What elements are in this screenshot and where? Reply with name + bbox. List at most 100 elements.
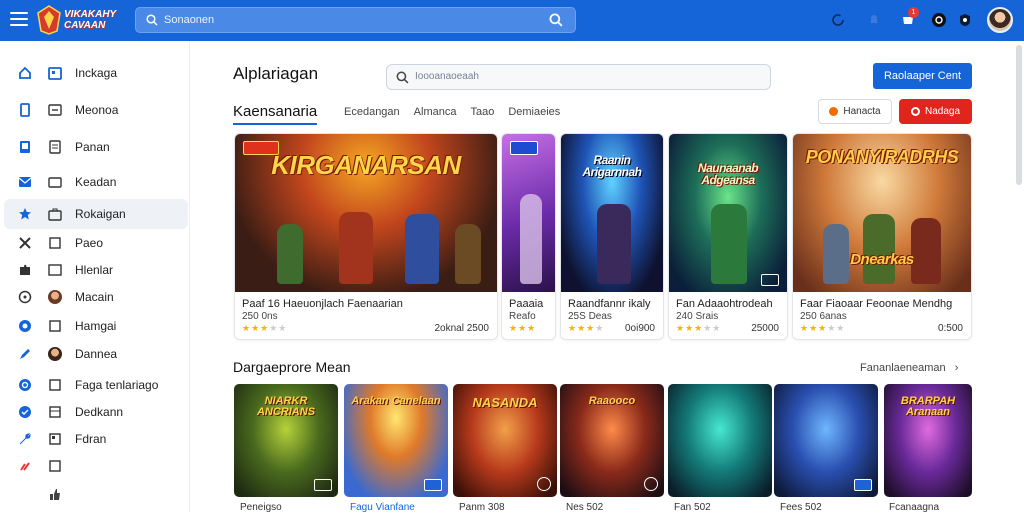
outline-button[interactable]: Hanacta: [818, 99, 892, 124]
calendar-icon: [48, 67, 62, 80]
game-art-title: KIRGANARSAN: [271, 150, 461, 180]
game-meta: 25S Deas: [568, 311, 612, 322]
game-tile-3[interactable]: Raaooco: [560, 384, 664, 497]
tab-2[interactable]: Taao: [470, 106, 494, 118]
outline-button-label: Hanacta: [843, 106, 881, 117]
content-search-input[interactable]: Ioooanaoeaah: [386, 64, 771, 90]
card-icon: [48, 264, 62, 276]
phone-icon: [20, 103, 30, 117]
tools-icon: [19, 237, 31, 249]
refresh-icon[interactable]: [828, 10, 848, 30]
window-icon: [48, 104, 62, 116]
sidebar-item-3[interactable]: Keadan: [4, 167, 188, 197]
record-icon[interactable]: [929, 10, 949, 30]
rating-stars: ★★★: [509, 323, 537, 333]
sidebar-item-7[interactable]: Macain: [4, 282, 188, 312]
featured-card-1[interactable]: Paaaia Reafo ★★★: [501, 133, 556, 340]
wrench-icon: [19, 433, 31, 445]
sidebar-item-2[interactable]: Panan: [4, 132, 188, 162]
featured-card-3[interactable]: Naunaanab Adgeansa Fan Adaaohtrodeah 240…: [668, 133, 788, 340]
filter-tabs: Ecedangan Almanca Taao Demiaeies: [344, 106, 560, 118]
user-avatar[interactable]: [987, 7, 1013, 33]
global-search-input[interactable]: Sonaonen: [135, 7, 576, 33]
search-icon: [146, 14, 158, 26]
menu-icon[interactable]: [10, 12, 28, 28]
game-name: Paaf 16 Haeuonjlach Faenaarian: [242, 298, 403, 310]
game-art: Raanin Arigarnnah: [561, 134, 663, 292]
tile-caption: Fan 502: [674, 502, 711, 513]
tab-1[interactable]: Almanca: [414, 106, 457, 118]
circle-badge-icon: [19, 320, 31, 332]
sidebar-item-6[interactable]: Hlenlar: [4, 255, 188, 285]
profile-thumb-icon: [48, 290, 62, 304]
featured-card-2[interactable]: Raanin Arigarnnah Raandfannr ikaly 25S D…: [560, 133, 664, 340]
puzzle-icon: [20, 264, 30, 275]
sidebar-item-4[interactable]: Rokaigan: [4, 199, 188, 229]
chevron-right-icon: ›: [954, 362, 959, 374]
game-tile-6[interactable]: BRARPAH Aranaan: [884, 384, 972, 497]
tile-title: Raaooco: [588, 395, 636, 407]
search-submit-icon[interactable]: [549, 13, 563, 27]
sidebar-item-11[interactable]: Dedkann: [4, 397, 188, 427]
home-icon: [19, 66, 31, 79]
game-price: 0:500: [937, 323, 963, 334]
corner-icon: [424, 479, 442, 491]
sidebar-item-label: Keadan: [75, 175, 117, 189]
sidebar-item-label: Dannea: [75, 347, 118, 361]
vertical-scrollbar[interactable]: [1016, 45, 1022, 185]
featured-card-4[interactable]: PONANYIRADRHS Dnearkas Faar Fiaoaar Feoo…: [792, 133, 972, 340]
notification-badge: 1: [908, 7, 919, 18]
tile-caption: Fcanaagna: [889, 502, 940, 513]
sidebar-item-label: Meonoa: [75, 103, 119, 117]
sidebar-item-0[interactable]: Inckaga: [4, 58, 188, 88]
game-tile-0[interactable]: NIARKR ANCRIANS: [234, 384, 338, 497]
sidebar-item-label: Fdran: [75, 432, 107, 446]
sidebar-item-label: Panan: [75, 140, 110, 154]
tag-icon: [49, 379, 61, 391]
link-icon: [20, 462, 30, 471]
shield-icon[interactable]: [955, 10, 975, 30]
red-action-button[interactable]: Nadaga: [899, 99, 972, 124]
document-icon: [49, 140, 61, 154]
game-art: [502, 134, 555, 292]
game-meta: 250 6anas: [800, 311, 847, 322]
search-icon: [396, 71, 409, 84]
see-all-link[interactable]: Fananlaeneaman ›: [860, 362, 958, 374]
game-tile-4[interactable]: [668, 384, 772, 497]
mail-icon: [18, 177, 32, 187]
sidebar-item-13[interactable]: [4, 451, 188, 481]
sidebar-item-14[interactable]: [4, 479, 188, 509]
sidebar-item-12[interactable]: Fdran: [4, 424, 188, 454]
sidebar-item-10[interactable]: Faga tenlariago: [4, 370, 188, 400]
tab-3[interactable]: Demiaeies: [508, 106, 560, 118]
logo-emblem-icon: [36, 5, 62, 35]
cart-icon[interactable]: 1: [898, 7, 919, 30]
game-art: Naunaanab Adgeansa: [669, 134, 787, 292]
logo-text-line2: CAVAAN: [64, 20, 106, 31]
sidebar: Inckaga Meonoa Panan Keadan Rokaigan Pae…: [0, 41, 190, 512]
bell-icon[interactable]: [864, 10, 884, 30]
tile-title: NIARKR ANCRIANS: [256, 395, 316, 418]
corner-icon: [854, 479, 872, 491]
tile-caption: Peneigso: [240, 502, 282, 513]
game-tile-1[interactable]: Arakan Canelaan: [344, 384, 448, 497]
support-icon: [19, 379, 31, 391]
primary-action-button[interactable]: Raolaaper Cent: [873, 63, 972, 89]
page-icon: [49, 237, 61, 249]
red-button-label: Nadaga: [924, 106, 961, 117]
sidebar-item-5[interactable]: Paeo: [4, 228, 188, 258]
content-search-placeholder: Ioooanaoeaah: [415, 71, 479, 82]
featured-card-0[interactable]: KIRGANARSAN Paaf 16 Haeuonjlach Faenaari…: [234, 133, 498, 340]
game-tile-2[interactable]: NASANDA: [453, 384, 557, 497]
global-search-placeholder: Sonaonen: [164, 14, 215, 26]
game-name: Fan Adaaohtrodeah: [676, 298, 773, 310]
sidebar-item-9[interactable]: Dannea: [4, 339, 188, 369]
tab-0[interactable]: Ecedangan: [344, 106, 400, 118]
app-logo[interactable]: VIKAKAHY CAVAAN: [36, 4, 128, 36]
corner-icon: [537, 477, 551, 491]
sidebar-item-8[interactable]: Hamgai: [4, 311, 188, 341]
game-art: KIRGANARSAN: [235, 134, 497, 292]
sidebar-item-1[interactable]: Meonoa: [4, 95, 188, 125]
section-title[interactable]: Kaensanaria: [233, 103, 318, 125]
game-tile-5[interactable]: [774, 384, 878, 497]
